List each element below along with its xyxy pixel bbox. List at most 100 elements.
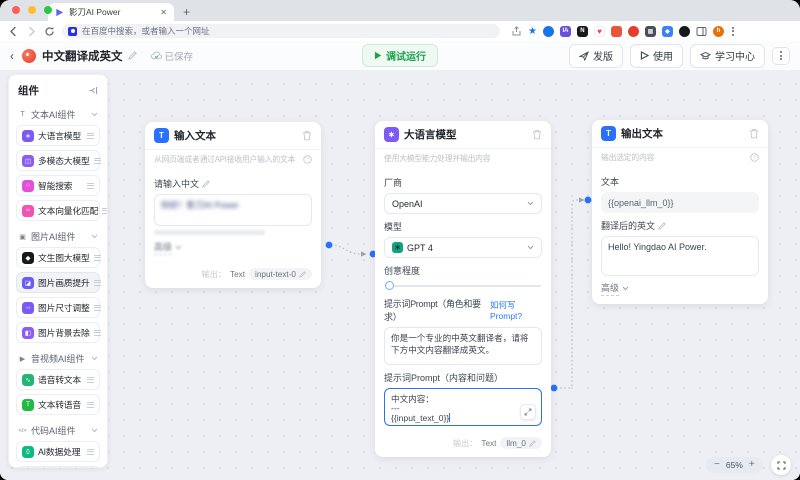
more-options-button[interactable] [772,47,790,65]
output-id-pill[interactable]: llm_0 [500,437,542,449]
prompt-role-textarea[interactable]: 你是一个专业的中英文翻译者，请将下方中文内容翻译成英文。 [384,327,542,365]
drag-handle-icon[interactable] [94,255,101,261]
delete-node-icon[interactable] [302,130,312,141]
fit-view-button[interactable] [771,455,791,475]
creativity-slider[interactable] [385,281,541,291]
prompt-help-link[interactable]: 如何写Prompt? [490,299,542,321]
model-select[interactable]: ∗ GPT 4 [384,237,542,258]
workflow-canvas[interactable]: 组件 T 文本AI组件 ∗ 大语言模型 ◫ 多模态大模型 ○ 智能搜索 [0,70,800,480]
edit-title-icon[interactable] [128,51,137,60]
ext-red-dot-icon[interactable] [628,26,639,37]
section-av-ai[interactable]: ▶ 音视频AI组件 [9,347,107,369]
profile-avatar[interactable]: h [713,26,724,37]
text-section-icon: T [18,111,27,118]
component-item-text2speech[interactable]: T 文本转语音 [16,394,100,415]
app-title: 中文翻译成英文 [42,48,123,64]
ext-notion-icon[interactable]: N [577,26,588,37]
ext-shield-icon[interactable]: ◆ [662,26,673,37]
delete-node-icon[interactable] [749,128,759,139]
ext-capture-icon[interactable]: ▦ [645,26,656,37]
publish-button[interactable]: 发版 [569,44,623,68]
ext-orange-icon[interactable] [611,26,622,37]
browser-tab[interactable]: 影刀AI Power ✕ [48,3,174,21]
blurred-line [154,230,265,235]
learn-center-button[interactable]: 学习中心 [690,44,765,68]
ext-globe-icon[interactable] [543,26,554,37]
close-tab-icon[interactable]: ✕ [160,8,167,17]
drag-handle-icon[interactable] [87,377,94,383]
use-button[interactable]: 使用 [630,44,683,68]
output-id-pill[interactable]: input-text-0 [249,268,312,280]
address-bar[interactable]: 在百度中搜索，或者输入一个网址 [62,24,500,38]
edit-icon[interactable] [658,222,666,230]
drag-handle-icon[interactable] [94,330,101,336]
forward-icon[interactable] [26,26,37,37]
ext-ia-icon[interactable]: IA [560,26,571,37]
component-item-ai-general[interactable]: ∗ AI通用处理 [16,466,100,468]
advanced-toggle[interactable]: 高级 [601,281,759,296]
drag-handle-icon[interactable] [87,183,94,189]
browser-menu-icon[interactable] [730,27,736,36]
slider-track [385,285,541,287]
svg-text:?: ? [753,155,756,161]
drag-handle-icon[interactable] [87,449,94,455]
section-image-ai[interactable]: ▣ 图片AI组件 [9,225,107,247]
zoom-control[interactable]: − 65% + [706,457,763,473]
result-textarea[interactable]: Hello! Yingdao AI Power. [601,236,759,276]
component-item-smart-search[interactable]: ○ 智能搜索 [16,175,100,196]
ext-paw-icon[interactable] [679,26,690,37]
component-item-ai-data[interactable]: {} AI数据处理 [16,441,100,462]
component-item-multimodal[interactable]: ◫ 多模态大模型 [16,150,100,171]
prompt-content-textarea[interactable]: 中文内容： --- {{input_text_0}} [384,388,542,426]
app-back-button[interactable]: ‹ [10,49,14,63]
section-code-ai[interactable]: </> 代码AI组件 [9,419,107,441]
window-controls[interactable] [12,6,52,14]
sidebar-panel-icon[interactable] [696,26,707,37]
delete-node-icon[interactable] [532,129,542,140]
component-item-image-enhance[interactable]: ◪ 图片画质提升 [16,272,100,293]
reload-icon[interactable] [44,26,55,37]
edit-icon[interactable] [202,180,210,188]
vendor-select[interactable]: OpenAI [384,193,542,214]
bookmark-star-icon[interactable]: ★ [528,26,537,37]
section-text-ai[interactable]: T 文本AI组件 [9,103,107,125]
new-tab-button[interactable]: + [183,5,190,19]
drag-handle-icon[interactable] [94,280,101,286]
component-item-llm[interactable]: ∗ 大语言模型 [16,125,100,146]
share-icon[interactable] [511,26,522,37]
node-input-text[interactable]: T 输入文本 从网页端或者通过API接收用户输入的文本 ? 请输入中文 你好！影… [145,122,321,288]
back-icon[interactable] [8,26,19,37]
help-circle-icon[interactable]: ? [303,155,312,164]
close-window-button[interactable] [12,6,20,14]
input-text-area[interactable]: 你好！影刀AI Power [154,194,312,226]
zoom-out-button[interactable]: − [714,458,720,472]
drag-handle-icon[interactable] [94,305,101,311]
drag-handle-icon[interactable] [87,402,94,408]
output-text-icon: T [601,126,616,141]
node-llm[interactable]: ∗ 大语言模型 使用大模型能力处理并输出内容 厂商 OpenAI 模型 ∗ GP… [375,121,551,457]
drag-handle-icon[interactable] [87,133,94,139]
drag-handle-icon[interactable] [94,158,101,164]
component-item-image-resize[interactable]: ↔ 图片尺寸调整 [16,297,100,318]
component-item-text2image[interactable]: ◆ 文生图大模型 [16,247,100,268]
speech2text-icon: ∿ [22,374,34,386]
collapse-panel-icon[interactable] [89,86,98,95]
slider-knob[interactable] [385,281,394,290]
component-item-speech2text[interactable]: ∿ 语音转文本 [16,369,100,390]
expand-textarea-icon[interactable] [520,404,536,420]
text-variable-input[interactable]: {{openai_llm_0}} [601,192,759,213]
node-desc-text: 使用大模型能力处理并输出内容 [384,153,490,164]
ext-pocket-icon[interactable]: ♥ [594,26,605,37]
component-item-bg-remove[interactable]: ◧ 图片背景去除 [16,322,100,343]
prompt-content-label: 提示词Prompt（内容和问题） [384,371,503,384]
drag-handle-icon[interactable] [102,208,108,214]
debug-run-button[interactable]: 调试运行 [362,44,438,67]
advanced-toggle[interactable]: 高级 [154,240,312,255]
maximize-window-button[interactable] [44,6,52,14]
zoom-in-button[interactable]: + [749,458,755,472]
help-circle-icon[interactable]: ? [750,153,759,162]
minimize-window-button[interactable] [28,6,36,14]
vector-icon: ≈ [22,205,34,217]
component-item-vector-match[interactable]: ≈ 文本向量化匹配 [16,200,100,221]
node-output-text[interactable]: T 输出文本 输出选定的内容 ? 文本 {{openai_llm_0}} 翻译后… [592,120,768,304]
